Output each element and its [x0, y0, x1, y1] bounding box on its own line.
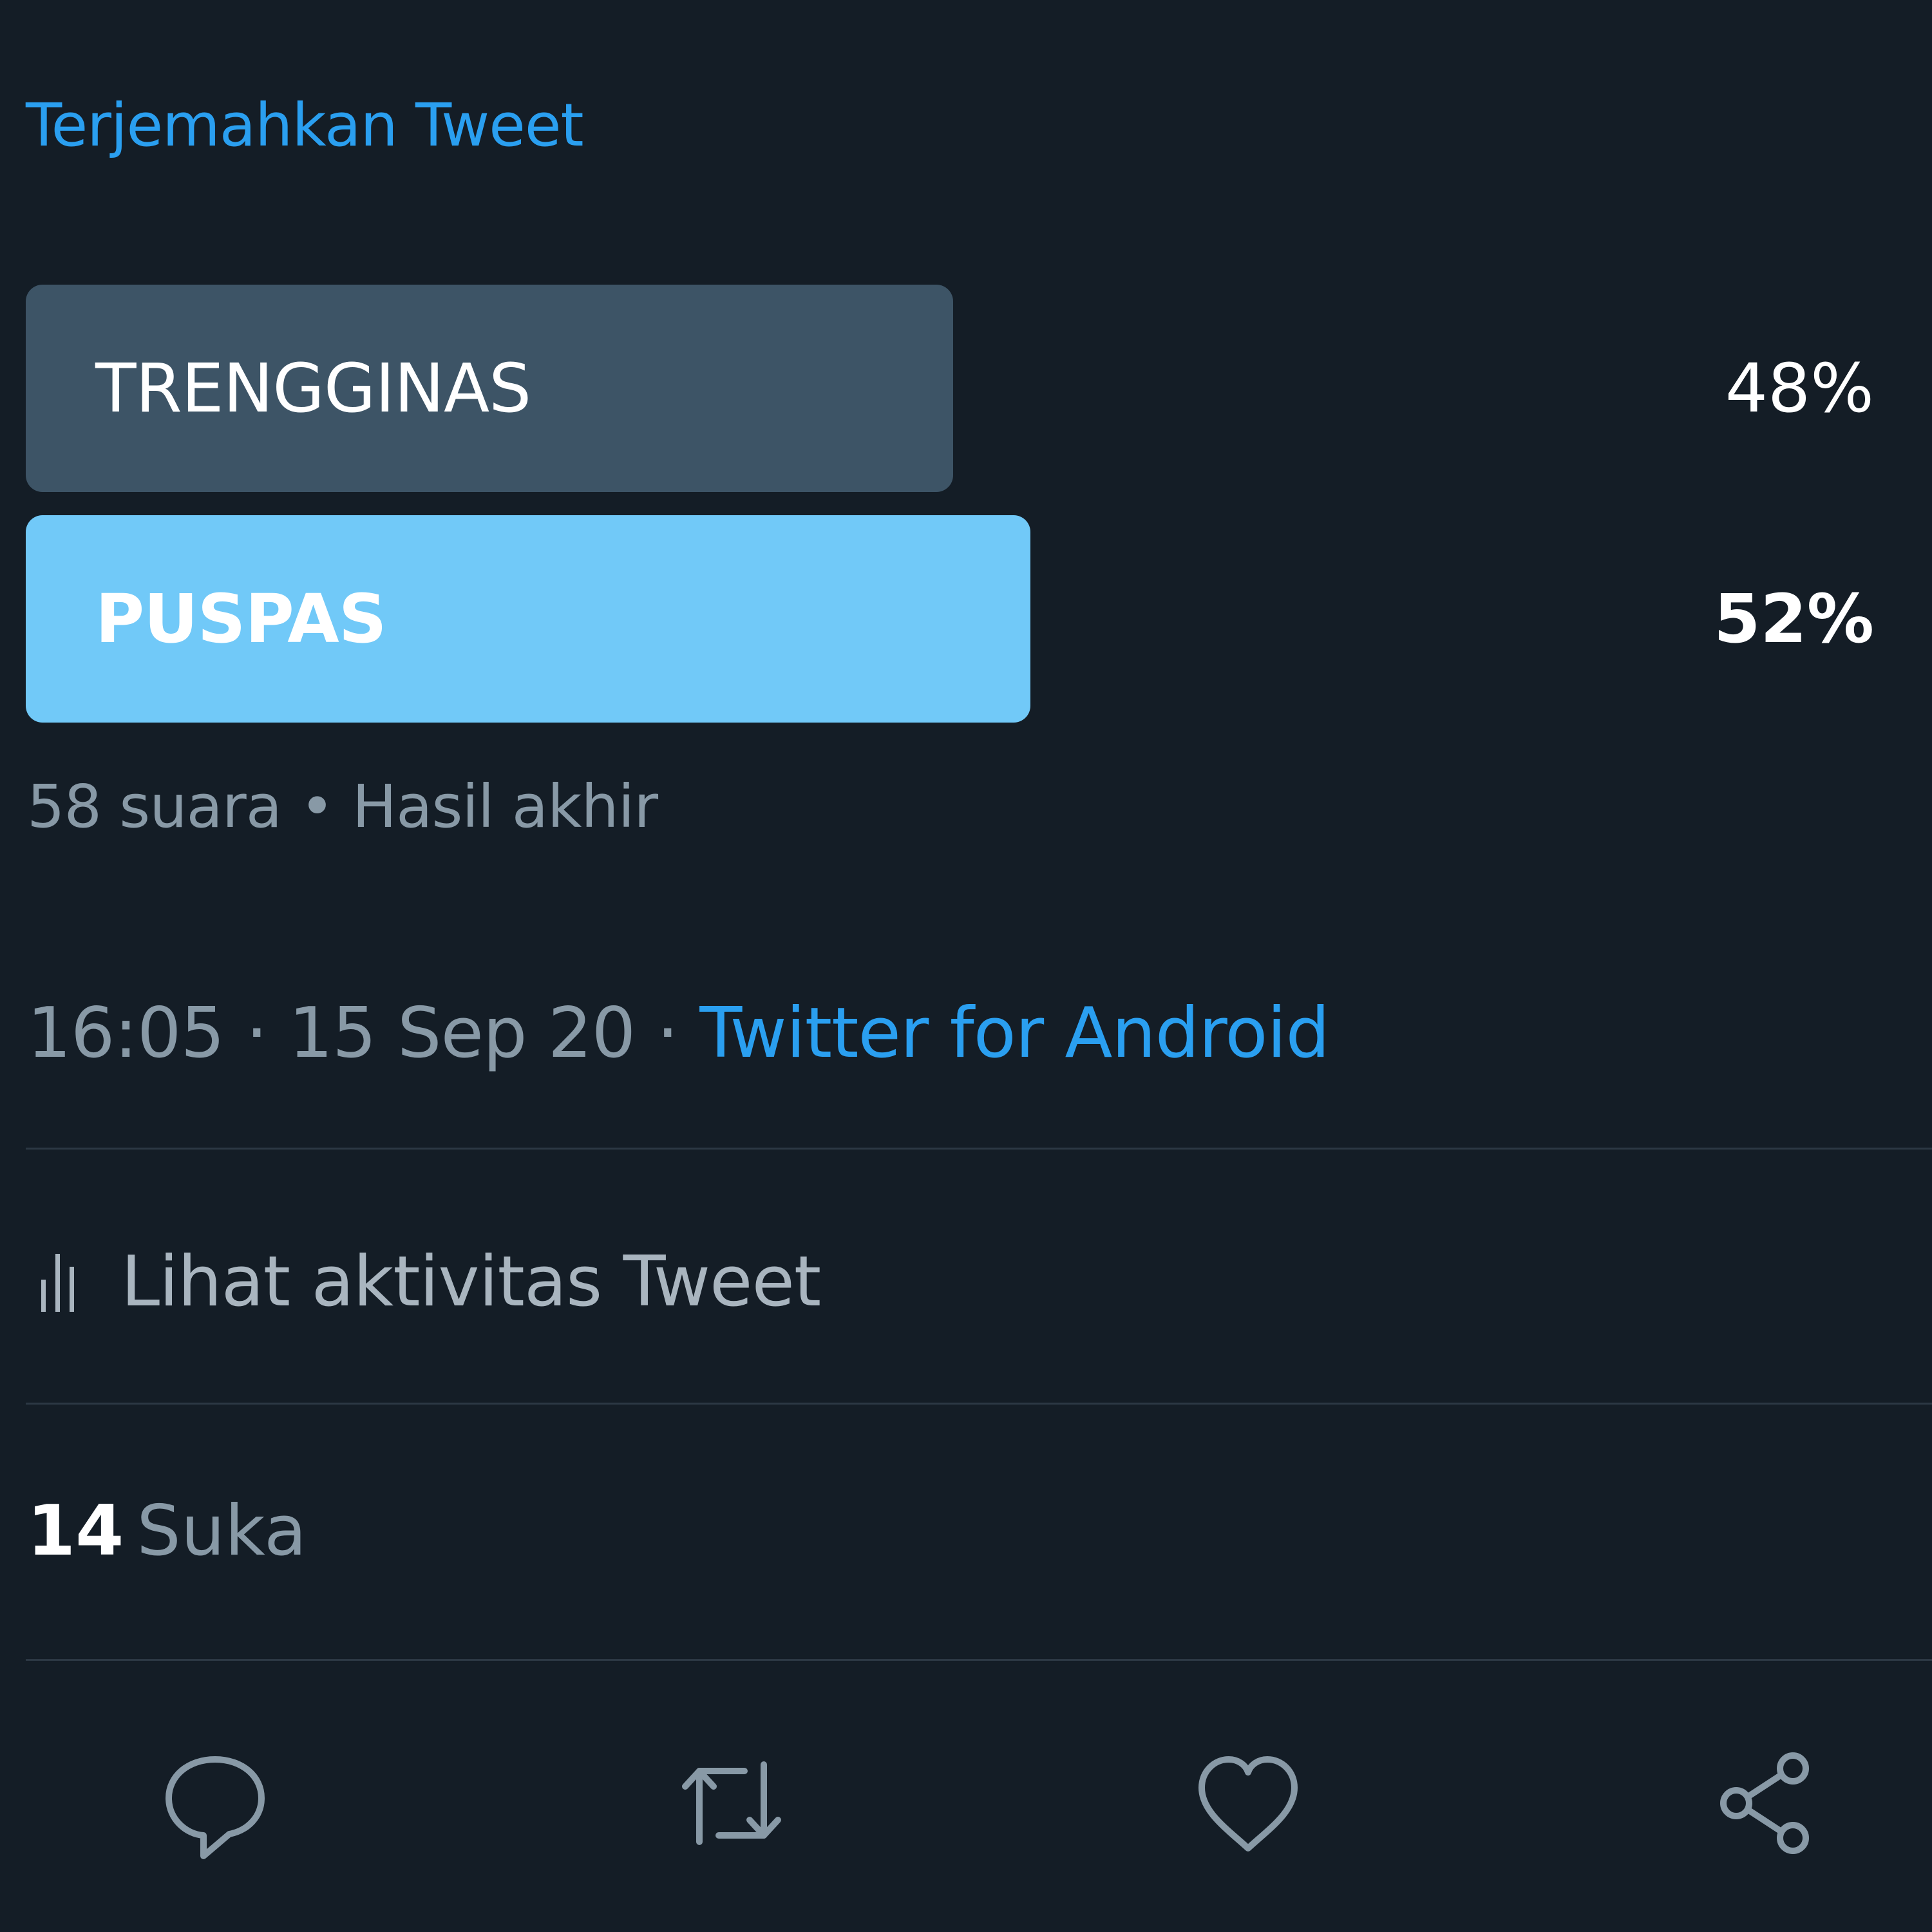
translate-tweet-link[interactable]: Terjemahkan Tweet — [26, 90, 584, 161]
divider — [26, 1148, 1932, 1150]
poll-option-label: PUSPAS — [95, 580, 387, 658]
heart-icon — [1198, 1756, 1298, 1852]
share-button[interactable] — [1700, 1739, 1829, 1868]
reply-icon — [166, 1756, 265, 1859]
analytics-icon — [41, 1254, 74, 1312]
meta-separator: · — [635, 993, 700, 1074]
tweet-source-link[interactable]: Twitter for Android — [699, 993, 1330, 1074]
poll-option-label: TRENGGINAS — [95, 349, 531, 428]
reply-button[interactable] — [151, 1739, 279, 1868]
poll-option-1: TRENGGINAS 48% — [26, 285, 1906, 492]
divider — [26, 1659, 1932, 1661]
poll-option-2: PUSPAS 52% — [26, 515, 1906, 723]
tweet-date: 15 Sep 20 — [289, 993, 636, 1074]
retweet-button[interactable] — [667, 1739, 796, 1868]
tweet-time: 16:05 — [27, 993, 225, 1074]
retweet-icon — [682, 1761, 781, 1845]
poll-option-percent: 52% — [1714, 580, 1874, 658]
poll-option-percent: 48% — [1725, 349, 1874, 428]
likes-count-link[interactable]: 14 Suka — [27, 1486, 307, 1577]
like-button[interactable] — [1184, 1739, 1312, 1868]
divider — [26, 1403, 1932, 1405]
tweet-detail: Terjemahkan Tweet TRENGGINAS 48% PUSPAS … — [0, 0, 1932, 1932]
view-tweet-activity-label: Lihat aktivitas Tweet — [121, 1241, 821, 1322]
share-icon — [1720, 1752, 1809, 1854]
meta-separator: · — [224, 993, 289, 1074]
view-tweet-activity-button[interactable]: Lihat aktivitas Tweet — [36, 1236, 821, 1327]
tweet-meta: 16:05 · 15 Sep 20 · Twitter for Android — [27, 992, 1330, 1075]
likes-count: 14 — [27, 1491, 124, 1571]
poll-summary: 58 suara • Hasil akhir — [27, 772, 658, 841]
likes-label: Suka — [137, 1491, 307, 1571]
